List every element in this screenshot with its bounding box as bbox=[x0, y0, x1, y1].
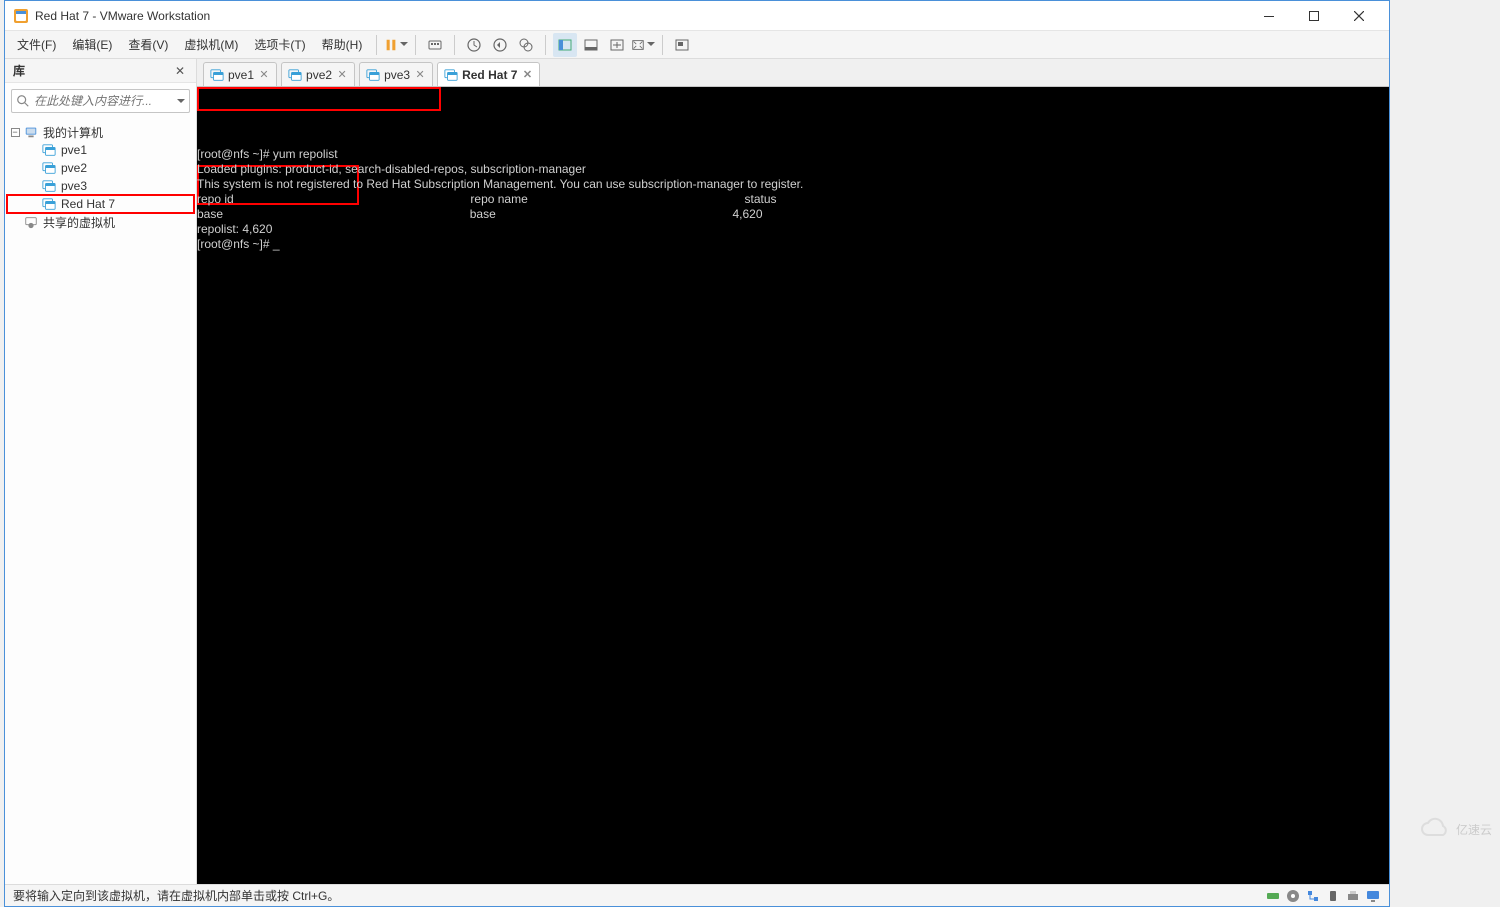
watermark: 亿速云 bbox=[1418, 813, 1492, 845]
tab-pve1[interactable]: pve1 ✕ bbox=[203, 62, 277, 86]
menubar: 文件(F) 编辑(E) 查看(V) 虚拟机(M) 选项卡(T) 帮助(H) bbox=[5, 31, 1389, 59]
cdrom-icon[interactable] bbox=[1285, 888, 1301, 904]
tree-root-my-computer[interactable]: − 我的计算机 bbox=[7, 123, 194, 141]
sound-icon[interactable] bbox=[1325, 888, 1341, 904]
view-stretch-button[interactable] bbox=[605, 33, 629, 57]
separator bbox=[454, 35, 455, 55]
tab-close-icon[interactable]: ✕ bbox=[258, 69, 270, 81]
vm-icon bbox=[366, 68, 380, 82]
search-input[interactable] bbox=[34, 94, 173, 108]
statusbar: 要将输入定向到该虚拟机，请在虚拟机内部单击或按 Ctrl+G。 bbox=[5, 884, 1389, 906]
app-window: Red Hat 7 - VMware Workstation 文件(F) 编辑(… bbox=[4, 0, 1390, 907]
tab-close-icon[interactable]: ✕ bbox=[521, 69, 533, 81]
menu-vm[interactable]: 虚拟机(M) bbox=[176, 32, 246, 57]
sidebar-close-button[interactable]: ✕ bbox=[172, 63, 188, 79]
tree-item-pve2[interactable]: pve2 bbox=[7, 159, 194, 177]
disk-icon[interactable] bbox=[1265, 888, 1281, 904]
titlebar: Red Hat 7 - VMware Workstation bbox=[5, 1, 1389, 31]
highlight-box-1 bbox=[197, 87, 441, 111]
snapshot-take-button[interactable] bbox=[462, 33, 486, 57]
expand-toggle[interactable] bbox=[9, 216, 21, 228]
tree-root-shared[interactable]: 共享的虚拟机 bbox=[7, 213, 194, 231]
tab-pve3[interactable]: pve3 ✕ bbox=[359, 62, 433, 86]
tree-label: pve3 bbox=[61, 179, 87, 193]
tab-redhat7[interactable]: Red Hat 7 ✕ bbox=[437, 62, 540, 86]
vm-icon bbox=[41, 196, 57, 212]
app-icon bbox=[13, 8, 29, 24]
sidebar-header: 库 ✕ bbox=[5, 59, 196, 83]
vm-icon bbox=[41, 160, 57, 176]
send-cad-button[interactable] bbox=[423, 33, 447, 57]
separator bbox=[545, 35, 546, 55]
printer-icon[interactable] bbox=[1345, 888, 1361, 904]
maximize-button[interactable] bbox=[1291, 2, 1336, 30]
vm-icon bbox=[288, 68, 302, 82]
computer-icon bbox=[23, 124, 39, 140]
menu-tabs[interactable]: 选项卡(T) bbox=[246, 32, 313, 57]
view-thumbnail-button[interactable] bbox=[579, 33, 603, 57]
tree-label: 我的计算机 bbox=[43, 124, 103, 141]
sidebar: 库 ✕ − 我的计算机 pve1 bbox=[5, 59, 197, 884]
tree-label: Red Hat 7 bbox=[61, 197, 115, 211]
menu-help[interactable]: 帮助(H) bbox=[314, 32, 371, 57]
vm-console[interactable]: [root@nfs ~]# yum repolist Loaded plugin… bbox=[197, 87, 1389, 884]
snapshot-revert-button[interactable] bbox=[488, 33, 512, 57]
main-area: pve1 ✕ pve2 ✕ pve3 ✕ Red Hat 7 ✕ bbox=[197, 59, 1389, 884]
minimize-button[interactable] bbox=[1246, 2, 1291, 30]
vm-icon bbox=[41, 178, 57, 194]
tab-close-icon[interactable]: ✕ bbox=[414, 69, 426, 81]
tab-close-icon[interactable]: ✕ bbox=[336, 69, 348, 81]
tree-label: 共享的虚拟机 bbox=[43, 214, 115, 231]
view-unity-button[interactable] bbox=[670, 33, 694, 57]
view-sidebar-button[interactable] bbox=[553, 33, 577, 57]
window-title: Red Hat 7 - VMware Workstation bbox=[35, 9, 1246, 23]
search-icon bbox=[16, 94, 30, 108]
library-search[interactable] bbox=[11, 89, 190, 113]
close-button[interactable] bbox=[1336, 2, 1381, 30]
sidebar-title: 库 bbox=[13, 62, 172, 79]
status-text: 要将输入定向到该虚拟机，请在虚拟机内部单击或按 Ctrl+G。 bbox=[13, 887, 339, 904]
tab-label: pve1 bbox=[228, 68, 254, 82]
cloud-icon bbox=[1418, 813, 1450, 845]
status-icons bbox=[1265, 888, 1381, 904]
tree-label: pve1 bbox=[61, 143, 87, 157]
menu-file[interactable]: 文件(F) bbox=[9, 32, 64, 57]
menu-view[interactable]: 查看(V) bbox=[120, 32, 176, 57]
expand-toggle[interactable]: − bbox=[9, 126, 21, 138]
tab-pve2[interactable]: pve2 ✕ bbox=[281, 62, 355, 86]
snapshot-manager-button[interactable] bbox=[514, 33, 538, 57]
display-icon[interactable] bbox=[1365, 888, 1381, 904]
tabbar: pve1 ✕ pve2 ✕ pve3 ✕ Red Hat 7 ✕ bbox=[197, 59, 1389, 87]
tab-label: pve2 bbox=[306, 68, 332, 82]
tree-item-redhat7[interactable]: Red Hat 7 bbox=[7, 195, 194, 213]
shared-vm-icon bbox=[23, 214, 39, 230]
vm-tree: − 我的计算机 pve1 pve2 pve3 bbox=[5, 119, 196, 235]
menu-edit[interactable]: 编辑(E) bbox=[64, 32, 120, 57]
separator bbox=[662, 35, 663, 55]
view-fullscreen-button[interactable] bbox=[631, 33, 655, 57]
tree-item-pve1[interactable]: pve1 bbox=[7, 141, 194, 159]
watermark-text: 亿速云 bbox=[1456, 821, 1492, 838]
vm-icon bbox=[41, 142, 57, 158]
separator bbox=[376, 35, 377, 55]
separator bbox=[415, 35, 416, 55]
network-icon[interactable] bbox=[1305, 888, 1321, 904]
chevron-down-icon[interactable] bbox=[177, 99, 185, 103]
vm-icon bbox=[210, 68, 224, 82]
tab-label: pve3 bbox=[384, 68, 410, 82]
tree-item-pve3[interactable]: pve3 bbox=[7, 177, 194, 195]
pause-button[interactable] bbox=[384, 33, 408, 57]
tab-label: Red Hat 7 bbox=[462, 68, 517, 82]
vm-icon bbox=[444, 68, 458, 82]
tree-label: pve2 bbox=[61, 161, 87, 175]
